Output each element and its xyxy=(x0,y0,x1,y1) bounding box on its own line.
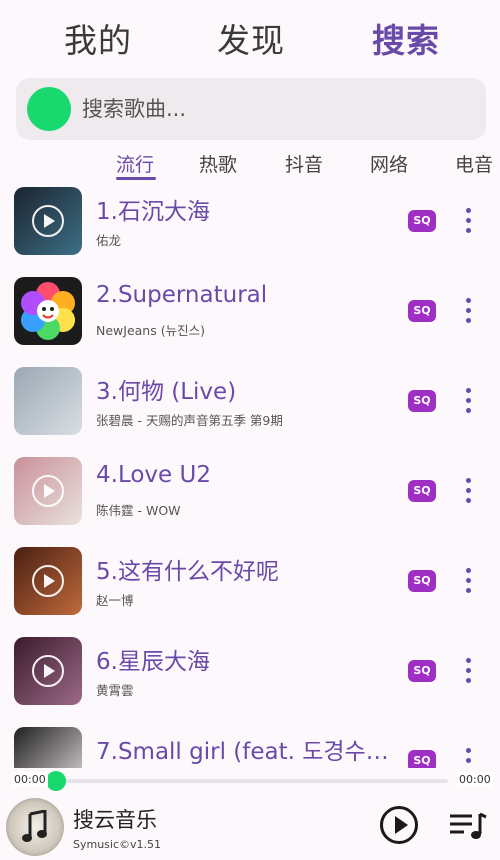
more-options-icon[interactable] xyxy=(455,566,483,596)
category-tab-hot[interactable]: 热歌 xyxy=(199,150,237,177)
search-input[interactable] xyxy=(82,88,472,130)
top-nav: 我的 发现 搜索 xyxy=(0,0,500,72)
play-overlay-icon[interactable] xyxy=(32,475,64,507)
album-cover xyxy=(14,457,82,525)
tab-mine[interactable]: 我的 xyxy=(64,14,132,62)
song-title: 3.何物 (Live) xyxy=(96,379,237,405)
more-options-icon[interactable] xyxy=(455,746,483,768)
song-row[interactable]: 7.Small girl (feat. 도경수(… SQ xyxy=(0,718,500,768)
song-artist: 赵一博 xyxy=(96,593,134,608)
song-title: 1.石沉大海 xyxy=(96,199,210,225)
playback-progress: 00:00 00:00 xyxy=(0,770,500,792)
category-tabs: 流行 热歌 抖音 网络 电音 xyxy=(0,146,500,182)
song-artist: 陈伟霆 - WOW xyxy=(96,503,181,518)
album-cover xyxy=(14,187,82,255)
mini-player: 搜云音乐 Symusic©v1.51 xyxy=(0,792,500,860)
song-title: 7.Small girl (feat. 도경수(… xyxy=(96,739,396,765)
flower-cover-art xyxy=(14,277,82,345)
play-overlay-icon[interactable] xyxy=(32,565,64,597)
sq-quality-badge: SQ xyxy=(408,750,436,768)
player-app-title: 搜云音乐 xyxy=(73,808,157,832)
song-title: 4.Love U2 xyxy=(96,462,211,488)
song-title: 5.这有什么不好呢 xyxy=(96,559,279,585)
sq-quality-badge: SQ xyxy=(408,390,436,412)
current-time: 00:00 xyxy=(12,772,48,787)
song-row[interactable]: 1.石沉大海 佑龙 SQ xyxy=(0,178,500,268)
more-options-icon[interactable] xyxy=(455,656,483,686)
category-tab-electronic[interactable]: 电音 xyxy=(455,150,493,177)
album-cover xyxy=(14,637,82,705)
more-options-icon[interactable] xyxy=(455,386,483,416)
album-cover xyxy=(14,727,82,768)
tab-discover[interactable]: 发现 xyxy=(217,14,285,62)
song-list[interactable]: 1.石沉大海 佑龙 SQ 2.Supernatural NewJeans (뉴진… xyxy=(0,178,500,768)
progress-thumb[interactable] xyxy=(46,771,66,791)
player-album-art[interactable] xyxy=(6,798,64,856)
song-title: 6.星辰大海 xyxy=(96,649,210,675)
song-artist: NewJeans (뉴진스) xyxy=(96,323,205,338)
play-button[interactable] xyxy=(380,806,418,844)
song-row[interactable]: 5.这有什么不好呢 赵一博 SQ xyxy=(0,538,500,628)
tab-search[interactable]: 搜索 xyxy=(372,14,440,62)
more-options-icon[interactable] xyxy=(455,206,483,236)
song-row[interactable]: 2.Supernatural NewJeans (뉴진스) SQ xyxy=(0,268,500,358)
total-time: 00:00 xyxy=(457,772,493,787)
song-row[interactable]: 3.何物 (Live) 张碧晨 - 天赐的声音第五季 第9期 SQ xyxy=(0,358,500,448)
sq-quality-badge: SQ xyxy=(408,570,436,592)
song-row[interactable]: 4.Love U2 陈伟霆 - WOW SQ xyxy=(0,448,500,538)
sq-quality-badge: SQ xyxy=(408,480,436,502)
album-cover xyxy=(14,277,82,345)
sq-quality-badge: SQ xyxy=(408,210,436,232)
more-options-icon[interactable] xyxy=(455,296,483,326)
search-indicator-icon xyxy=(27,87,71,131)
song-artist: 黄霄雲 xyxy=(96,683,134,698)
album-cover xyxy=(14,547,82,615)
sq-quality-badge: SQ xyxy=(408,300,436,322)
song-row[interactable]: 6.星辰大海 黄霄雲 SQ xyxy=(0,628,500,718)
category-tab-douyin[interactable]: 抖音 xyxy=(285,150,323,177)
category-tab-network[interactable]: 网络 xyxy=(370,150,408,177)
search-bar[interactable] xyxy=(16,78,486,140)
sq-quality-badge: SQ xyxy=(408,660,436,682)
category-tab-pop[interactable]: 流行 xyxy=(116,150,154,177)
progress-track[interactable] xyxy=(48,779,448,783)
song-artist: 张碧晨 - 天赐的声音第五季 第9期 xyxy=(96,413,283,428)
music-note-icon xyxy=(22,810,47,842)
play-overlay-icon[interactable] xyxy=(32,655,64,687)
more-options-icon[interactable] xyxy=(455,476,483,506)
playlist-queue-icon[interactable] xyxy=(448,812,488,842)
play-overlay-icon[interactable] xyxy=(32,205,64,237)
song-title: 2.Supernatural xyxy=(96,282,268,308)
player-version: Symusic©v1.51 xyxy=(73,838,162,851)
song-artist: 佑龙 xyxy=(96,233,122,248)
album-cover xyxy=(14,367,82,435)
